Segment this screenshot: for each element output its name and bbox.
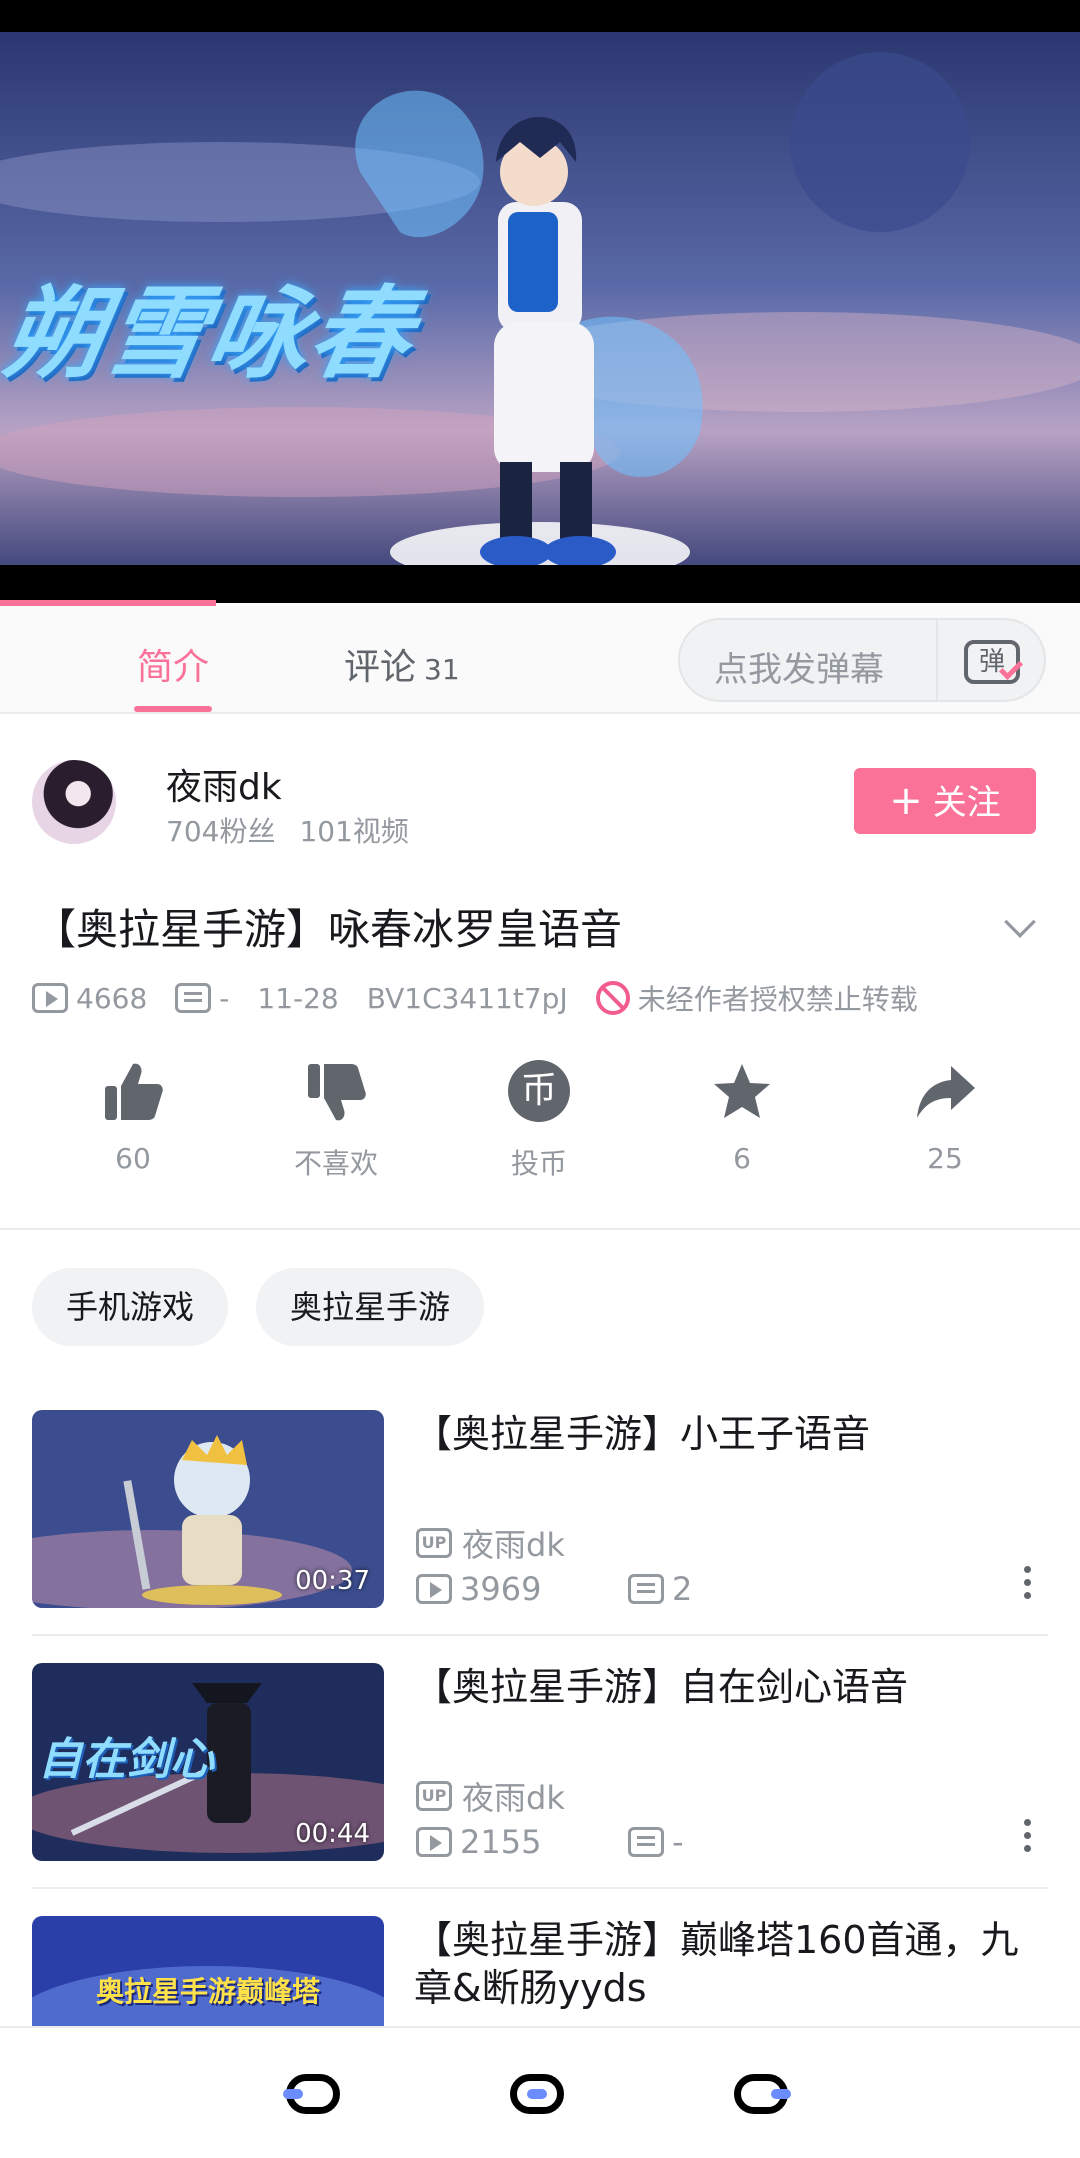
recommended-author-name: 夜雨dk	[462, 1779, 565, 1817]
plus-icon: +	[889, 778, 923, 824]
share-button[interactable]: 25	[870, 1060, 1020, 1175]
recommended-stats: 2155 -	[416, 1823, 840, 1861]
danmaku-count-icon	[175, 983, 212, 1013]
thumbs-down-icon	[304, 1060, 368, 1124]
progress-track[interactable]	[0, 565, 1080, 603]
section-divider	[0, 1228, 1080, 1230]
more-options-icon[interactable]	[1022, 1819, 1032, 1859]
danmaku-placeholder: 点我发弹幕	[714, 650, 884, 690]
recommended-stats: 3969 2	[416, 1570, 840, 1608]
danmaku-count: -	[219, 981, 230, 1015]
recommended-video[interactable]: 00:37 【奥拉星手游】小王子语音 UP 夜雨dk 3969 2	[32, 1410, 1048, 1610]
nav-home-button[interactable]	[510, 2074, 564, 2114]
tab-comments[interactable]: 评论 31	[344, 638, 460, 690]
tag-chip[interactable]: 奥拉星手游	[256, 1268, 485, 1346]
tab-active-indicator	[134, 706, 212, 712]
star-icon	[710, 1060, 774, 1124]
thumbs-up-icon	[101, 1060, 165, 1124]
list-divider	[32, 1887, 1048, 1889]
author-videos: 101视频	[299, 815, 409, 848]
play-count-icon	[416, 1574, 452, 1604]
tag-list: 手机游戏 奥拉星手游	[32, 1268, 512, 1346]
recommended-title: 【奥拉星手游】巅峰塔160首通，九章&断肠yyds	[414, 1918, 1019, 2010]
recommended-author: UP 夜雨dk	[416, 1773, 565, 1819]
like-count: 60	[115, 1142, 151, 1175]
video-thumbnail[interactable]: 00:37	[32, 1410, 384, 1608]
chevron-down-icon[interactable]	[1004, 906, 1036, 938]
tab-intro[interactable]: 简介	[137, 638, 209, 690]
recommended-author: UP 夜雨dk	[416, 1520, 565, 1566]
recommended-title: 【奥拉星手游】自在剑心语音	[414, 1665, 909, 1709]
play-count-icon	[416, 1827, 452, 1857]
bvid: BV1C3411t7pJ	[366, 981, 568, 1015]
danmaku-meta: -	[175, 982, 229, 1015]
favorite-button[interactable]: 6	[667, 1060, 817, 1175]
thumbnail-text: 自在剑心	[38, 1734, 214, 1785]
tab-bar: 简介 评论 31 点我发弹幕 弹	[0, 606, 1080, 714]
avatar[interactable]	[32, 760, 116, 844]
tab-comments-label: 评论	[344, 647, 417, 688]
share-arrow-icon	[913, 1060, 977, 1124]
views-count: 4668	[76, 981, 148, 1015]
thumbnail-text: 奥拉星手游巅峰塔	[96, 1975, 321, 2008]
recommended-danmaku: 2	[672, 1570, 693, 1608]
author-fans: 704粉丝	[166, 815, 276, 848]
author-name[interactable]: 夜雨dk	[166, 758, 282, 810]
recommended-title: 【奥拉星手游】小王子语音	[414, 1412, 871, 1456]
tag-chip[interactable]: 手机游戏	[32, 1268, 229, 1346]
follow-button[interactable]: + 关注	[854, 768, 1036, 834]
video-overlay-title: 朔雪咏春	[0, 275, 423, 392]
danmaku-count-icon	[628, 1827, 664, 1857]
publish-date: 11-28	[257, 981, 339, 1015]
views-meta: 4668	[32, 982, 147, 1015]
video-player[interactable]: 朔雪咏春	[0, 32, 1080, 602]
coin-button[interactable]: 币 投币	[464, 1060, 614, 1182]
dislike-button[interactable]: 不喜欢	[261, 1060, 411, 1182]
like-button[interactable]: 60	[58, 1060, 208, 1175]
status-bar	[0, 0, 1080, 32]
action-row: 60 不喜欢 币 投币 6 25	[0, 1060, 1080, 1180]
coin-label: 投币	[510, 1147, 567, 1180]
recommended-video[interactable]: 自在剑心 00:44 【奥拉星手游】自在剑心语音 UP 夜雨dk 2155 -	[32, 1663, 1048, 1863]
nav-back-button[interactable]	[283, 2074, 340, 2114]
coin-icon: 币	[507, 1060, 571, 1124]
play-count-icon	[32, 983, 68, 1013]
dislike-label: 不喜欢	[293, 1147, 378, 1180]
author-section: 夜雨dk 704粉丝 101视频 + 关注	[0, 740, 1080, 870]
danmaku-input[interactable]: 点我发弹幕 弹	[678, 618, 1046, 702]
danmaku-count-icon	[628, 1574, 664, 1604]
video-thumbnail[interactable]: 自在剑心 00:44	[32, 1663, 384, 1861]
repost-notice-text: 未经作者授权禁止转载	[637, 983, 918, 1016]
share-count: 25	[927, 1142, 963, 1175]
recommended-danmaku: -	[672, 1823, 684, 1861]
comments-count: 31	[424, 653, 460, 686]
system-nav-bar	[0, 2026, 1080, 2158]
author-stats: 704粉丝 101视频	[166, 810, 409, 850]
tab-intro-label: 简介	[137, 647, 210, 688]
video-duration: 00:44	[295, 1819, 370, 1849]
more-options-icon[interactable]	[1022, 1566, 1032, 1606]
coin-icon-glyph: 币	[508, 1060, 570, 1122]
video-meta: 4668 - 11-28 BV1C3411t7pJ 未经作者授权禁止转载	[32, 978, 946, 1018]
danmaku-toggle-button[interactable]: 弹	[936, 620, 1046, 700]
up-badge-icon: UP	[416, 1528, 452, 1558]
recommended-author-name: 夜雨dk	[462, 1526, 565, 1564]
recommended-views: 3969	[460, 1570, 542, 1608]
video-duration: 00:37	[295, 1566, 370, 1596]
repost-notice: 未经作者授权禁止转载	[595, 978, 918, 1018]
follow-label: 关注	[932, 783, 1001, 823]
ban-icon	[595, 981, 630, 1015]
up-badge-icon: UP	[416, 1781, 452, 1811]
video-title: 【奥拉星手游】咏春冰罗皇语音	[34, 905, 623, 954]
favorite-count: 6	[733, 1142, 751, 1175]
recommended-views: 2155	[460, 1823, 542, 1861]
nav-recents-button[interactable]	[734, 2074, 791, 2114]
list-divider	[32, 1634, 1048, 1636]
